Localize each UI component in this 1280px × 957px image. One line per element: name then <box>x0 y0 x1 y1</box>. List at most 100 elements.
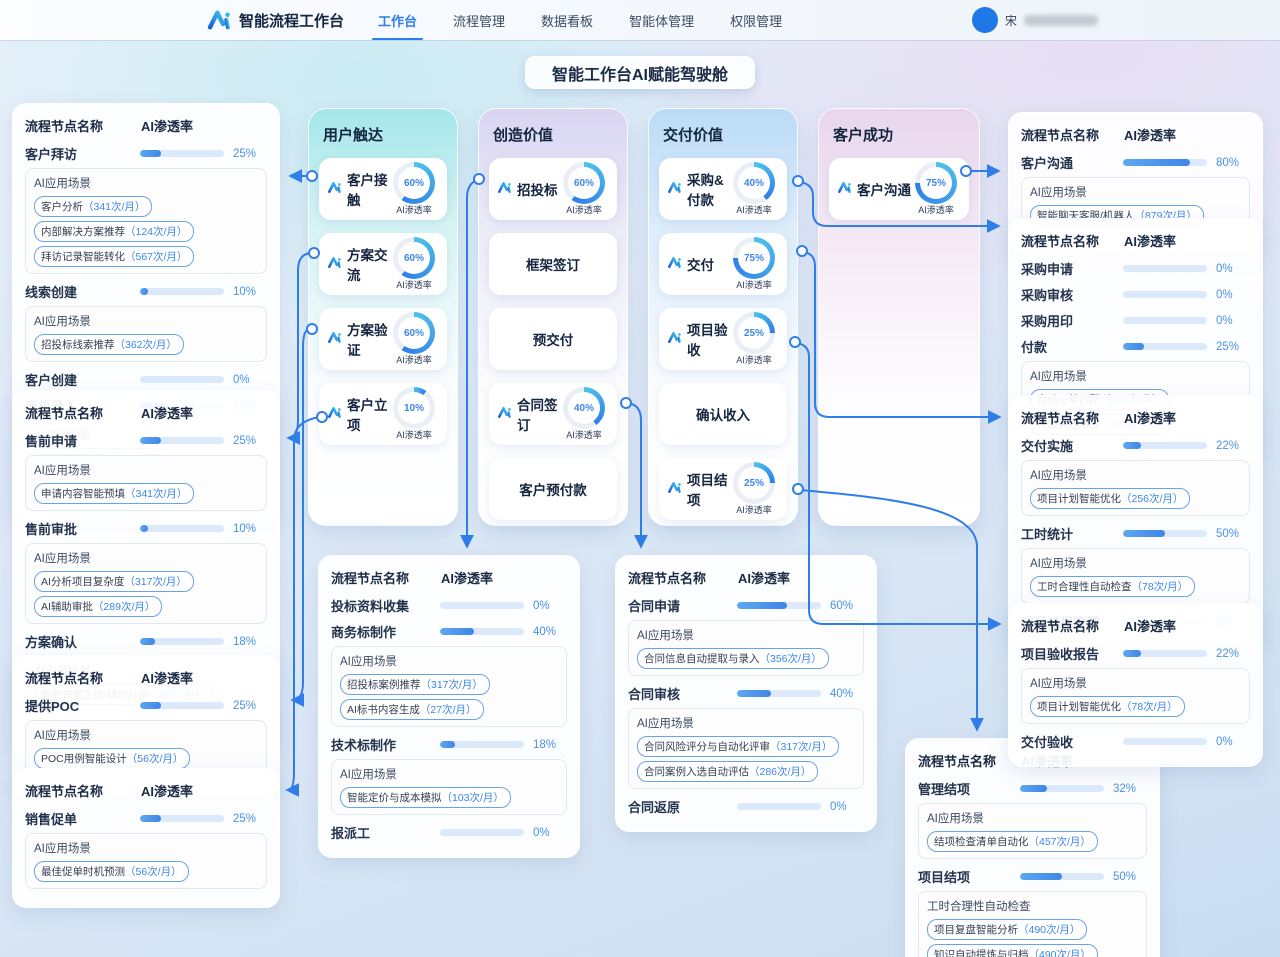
scenario-tag[interactable]: POC用例智能设计（56次/月） <box>34 748 190 769</box>
scenario-tag[interactable]: 项目复盘智能分析（490次/月） <box>927 919 1087 940</box>
scenario-tag[interactable]: 招投标案例推荐（317次/月） <box>340 674 490 695</box>
penetration-label: AI渗透率 <box>389 428 439 441</box>
penetration-value: 0% <box>533 600 567 612</box>
progress-fill <box>1123 343 1144 350</box>
process-node-row: 采购用印0% <box>1021 311 1250 330</box>
penetration-value: 60% <box>393 237 435 279</box>
flow-node-name: 采购&付款 <box>687 169 729 209</box>
progress-fill <box>1123 650 1141 657</box>
scenario-tag[interactable]: 知识自动提炼与归档（490次/月） <box>927 944 1098 957</box>
process-node-name: 提供POC <box>25 696 140 715</box>
scenario-tag[interactable]: 客户分析（341次/月） <box>34 196 152 217</box>
col-header-penetration: AI渗透率 <box>1124 408 1250 427</box>
flow-node[interactable]: 项目结项25%AI渗透率 <box>659 458 787 520</box>
scenario-tag[interactable]: AI辅助审批（289次/月） <box>34 596 162 617</box>
scenario-tag[interactable]: 工时合理性自动检查（78次/月） <box>1030 576 1195 597</box>
penetration-value: 60% <box>393 312 435 354</box>
page-title: 智能工作台AI赋能驾驶舱 <box>525 56 755 89</box>
scenario-box-label: AI应用场景 <box>1030 675 1241 691</box>
penetration-value: 80% <box>1216 157 1250 169</box>
flow-node[interactable]: 交付75%AI渗透率 <box>659 233 787 295</box>
progress-fill <box>140 288 148 295</box>
penetration-value: 50% <box>1216 528 1250 540</box>
flow-node-name: 预交付 <box>533 329 574 349</box>
scenario-box: AI应用场景项目计划智能优化（78次/月） <box>1021 668 1250 724</box>
scenario-tags: 项目复盘智能分析（490次/月） 知识自动提炼与归档（490次/月） <box>927 919 1138 957</box>
col-header-node-name: 流程节点名称 <box>1021 616 1124 635</box>
penetration-value: 10% <box>233 523 267 535</box>
progress-fill <box>440 741 455 748</box>
flow-node[interactable]: 确认收入 <box>659 383 787 445</box>
flow-column-customer-success: 客户成功客户沟通75%AI渗透率 <box>818 108 980 526</box>
flow-column-user-reach: 用户触达客户接触60%AI渗透率方案交流60%AI渗透率方案验证60%AI渗透率… <box>308 108 458 526</box>
scenario-tag-name: AI辅助审批 <box>41 599 93 614</box>
scenario-tags: 合同信息自动提取与录入（356次/月） <box>637 648 855 669</box>
nav-tab[interactable]: 智能体管理 <box>627 0 696 40</box>
scenario-tags: POC用例智能设计（56次/月） <box>34 748 258 769</box>
penetration-donut-group: 75%AI渗透率 <box>729 237 779 291</box>
flow-node[interactable]: 采购&付款40%AI渗透率 <box>659 158 787 220</box>
penetration-donut: 60% <box>393 237 435 279</box>
scenario-tag-name: 知识自动提炼与归档 <box>934 947 1029 957</box>
process-node-name: 合同审核 <box>628 684 737 703</box>
flow-node[interactable]: 预交付 <box>489 308 617 370</box>
scenario-tag[interactable]: 合同案例入选自动评估（286次/月） <box>637 761 818 782</box>
process-node-row: 项目结项50% <box>918 867 1147 886</box>
scenario-tag[interactable]: 申请内容智能预填（341次/月） <box>34 483 194 504</box>
nav-tab[interactable]: 工作台 <box>376 0 419 40</box>
scenario-tag[interactable]: AI标书内容生成（27次/月） <box>340 699 484 720</box>
penetration-value: 40% <box>533 626 567 638</box>
scenario-tag[interactable]: 内部解决方案推荐（124次/月） <box>34 221 194 242</box>
flow-node-label: 合同签订 <box>497 394 559 434</box>
penetration-donut-group: 75%AI渗透率 <box>911 162 961 216</box>
penetration-value: 10% <box>393 387 435 429</box>
scenario-tag[interactable]: 招投标线索推荐（362次/月） <box>34 334 184 355</box>
process-node-row: 采购申请0% <box>1021 259 1250 278</box>
scenario-tag[interactable]: 最佳促单时机预测（56次/月） <box>34 861 189 882</box>
scenario-tag-name: 合同案例入选自动评估 <box>644 764 749 779</box>
scenario-tag[interactable]: 智能定价与成本模拟（103次/月） <box>340 787 511 808</box>
scenario-tag[interactable]: 合同风险评分与自动化评审（317次/月） <box>637 736 839 757</box>
progress-bar <box>140 815 224 822</box>
scenario-tag-freq: （317次/月） <box>124 574 186 589</box>
process-node-name: 技术标制作 <box>331 735 440 754</box>
flow-node[interactable]: 方案交流60%AI渗透率 <box>319 233 447 295</box>
nav-tab[interactable]: 权限管理 <box>728 0 784 40</box>
flow-node[interactable]: 框架签订 <box>489 233 617 295</box>
penetration-donut-group: 40%AI渗透率 <box>559 387 609 441</box>
ai-logo-icon <box>667 480 682 498</box>
col-header-penetration: AI渗透率 <box>141 781 267 800</box>
scenario-tag[interactable]: AI分析项目复杂度（317次/月） <box>34 571 194 592</box>
penetration-value: 25% <box>1216 341 1250 353</box>
flow-node[interactable]: 方案验证60%AI渗透率 <box>319 308 447 370</box>
flow-node[interactable]: 招投标60%AI渗透率 <box>489 158 617 220</box>
penetration-value: 50% <box>1113 871 1147 883</box>
flow-node[interactable]: 客户沟通75%AI渗透率 <box>829 158 969 220</box>
flow-node[interactable]: 客户接触60%AI渗透率 <box>319 158 447 220</box>
flow-node[interactable]: 客户立项10%AI渗透率 <box>319 383 447 445</box>
progress-bar <box>140 638 224 645</box>
penetration-label: AI渗透率 <box>729 353 779 366</box>
penetration-value: 0% <box>830 801 864 813</box>
flow-node[interactable]: 项目验收25%AI渗透率 <box>659 308 787 370</box>
scenario-tag[interactable]: 结项检查清单自动化（457次/月） <box>927 831 1098 852</box>
scenario-tags: 客户分析（341次/月） 内部解决方案推荐（124次/月） 拜访记录智能转化（567… <box>34 196 258 267</box>
scenario-tag-freq: （341次/月） <box>83 199 145 214</box>
scenario-tag[interactable]: 拜访记录智能转化（567次/月） <box>34 246 194 267</box>
flow-node[interactable]: 合同签订40%AI渗透率 <box>489 383 617 445</box>
scenario-tag[interactable]: 项目计划智能优化（78次/月） <box>1030 696 1185 717</box>
flow-node[interactable]: 客户预付款 <box>489 458 617 520</box>
scenario-tag[interactable]: 合同信息自动提取与录入（356次/月） <box>637 648 829 669</box>
scenario-box-label: AI应用场景 <box>1030 368 1241 384</box>
flow-column-deliver-value: 交付价值采购&付款40%AI渗透率交付75%AI渗透率项目验收25%AI渗透率确… <box>648 108 798 526</box>
nav-tab[interactable]: 数据看板 <box>539 0 595 40</box>
scenario-box-label: AI应用场景 <box>637 715 855 731</box>
scenario-tag[interactable]: 项目计划智能优化（256次/月） <box>1030 488 1190 509</box>
scenario-box-label: AI应用场景 <box>340 653 558 669</box>
user-area[interactable]: 宋 <box>972 7 1098 33</box>
avatar[interactable] <box>972 7 998 33</box>
scenario-tag-freq: （567次/月） <box>125 249 187 264</box>
progress-bar <box>140 437 224 444</box>
process-node-name: 售前审批 <box>25 519 140 538</box>
nav-tab[interactable]: 流程管理 <box>451 0 507 40</box>
